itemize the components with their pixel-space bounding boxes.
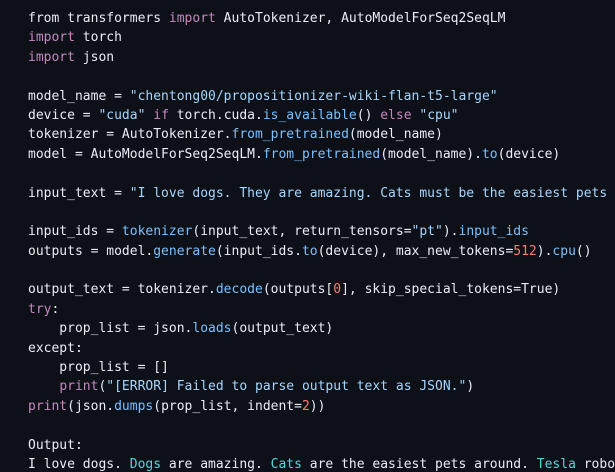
code-token: outputs = model. — [28, 243, 154, 259]
code-token: torch — [74, 30, 122, 46]
code-line: outputs = model.generate(input_ids.to(de… — [28, 242, 615, 261]
code-token: prop_list = json. — [28, 321, 193, 337]
code-token: json — [74, 49, 115, 65]
code-token: except — [28, 340, 75, 356]
code-token: () — [575, 243, 592, 259]
code-line: print(json.dumps(prop_list, indent=2)) — [28, 397, 615, 416]
code-line: I love dogs. Dogs are amazing. Cats are … — [28, 455, 615, 472]
code-token: to — [301, 243, 318, 259]
code-token: device = — [28, 107, 99, 123]
code-line: input_text = "I love dogs. They are amaz… — [28, 184, 615, 203]
code-token: from_pretrained — [231, 127, 349, 143]
code-line: print("[ERROR] Failed to parse output te… — [28, 377, 615, 396]
code-token: (device) — [497, 146, 561, 162]
code-token: print — [28, 398, 68, 414]
code-line: from transformers import AutoTokenizer, … — [28, 9, 615, 28]
code-token: if — [153, 107, 169, 123]
code-block[interactable]: from transformers import AutoTokenizer, … — [28, 9, 615, 472]
code-token: ], skip_special_tokens=True) — [341, 282, 561, 298]
code-line: import torch — [28, 28, 615, 47]
code-token: I love dogs. — [28, 456, 130, 472]
code-token: is_available — [262, 107, 357, 123]
code-token: from_pretrained — [262, 146, 381, 162]
code-token: "chentong00/propositionizer-wiki-flan-t5… — [129, 88, 498, 104]
code-token: )) — [309, 398, 326, 414]
code-token: : — [74, 340, 83, 356]
code-line: except: — [28, 339, 615, 358]
code-line: input_ids = tokenizer(input_text, return… — [28, 222, 615, 241]
code-token: input_text = — [28, 185, 130, 201]
code-line: model_name = "chentong00/propositionizer… — [28, 87, 615, 106]
code-token: ). — [442, 224, 459, 240]
code-token: "cuda" — [98, 107, 146, 123]
code-token: (prop_list, indent= — [153, 398, 302, 414]
code-token: Dogs — [129, 456, 162, 472]
code-token: "pt" — [411, 224, 443, 240]
code-token: else — [380, 107, 412, 123]
code-line: import json — [28, 48, 615, 67]
code-token: (input_text, return_tensors= — [192, 224, 412, 240]
code-token: ). — [536, 243, 553, 259]
code-token: input_ids — [458, 224, 529, 240]
code-token: tokenizer = AutoTokenizer. — [28, 127, 232, 143]
code-line: output_text = tokenizer.decode(outputs[0… — [28, 280, 615, 299]
code-token: 0 — [333, 282, 342, 298]
code-line: device = "cuda" if torch.cuda.is_availab… — [28, 106, 615, 125]
code-token: "[ERROR] Failed to parse output text as … — [106, 379, 467, 395]
code-token: tokenizer — [121, 224, 193, 240]
code-token: generate — [153, 243, 216, 259]
code-token: try — [28, 301, 52, 317]
code-token: output_text = tokenizer. — [28, 282, 216, 298]
code-token: to — [481, 146, 498, 162]
code-line: tokenizer = AutoTokenizer.from_pretraine… — [28, 125, 615, 144]
code-token: robots are advanced now with AI. — [583, 456, 615, 472]
code-token: : — [51, 301, 60, 317]
code-line: try: — [28, 300, 615, 319]
code-line: Output: — [28, 436, 615, 455]
code-token: Tesla — [536, 456, 576, 472]
code-line: model = AutoModelForSeq2SeqLM.from_pretr… — [28, 145, 615, 164]
code-token: (json. — [67, 398, 115, 414]
code-token: decode — [215, 282, 263, 298]
code-token: are amazing. — [161, 456, 271, 472]
code-token: (model_name) — [348, 127, 443, 143]
code-token: () — [356, 107, 381, 123]
code-token: dumps — [114, 398, 154, 414]
code-token: from transformers — [28, 11, 169, 26]
code-token: "I love dogs. They are amazing. Cats mus… — [129, 185, 608, 201]
code-token: (input_ids. — [215, 243, 302, 259]
code-token: model = AutoModelForSeq2SeqLM. — [28, 146, 263, 162]
code-token: AutoTokenizer, AutoModelForSeq2SeqLM — [215, 11, 506, 26]
code-token: 512 — [513, 243, 537, 259]
code-editor[interactable]: from transformers import AutoTokenizer, … — [0, 0, 615, 472]
code-line: prop_list = [] — [28, 358, 615, 377]
code-token: (output_text) — [231, 321, 334, 337]
code-token: "cpu" — [419, 107, 459, 123]
code-token: torch.cuda. — [168, 107, 263, 123]
code-token: (device), max_new_tokens= — [317, 243, 514, 259]
code-token: model_name = — [28, 88, 130, 104]
code-token: prop_list = [] — [28, 360, 169, 376]
code-token: are the easiest pets around. — [301, 456, 537, 472]
code-token: print — [59, 379, 99, 395]
code-token: import — [28, 49, 75, 65]
code-token: import — [168, 11, 216, 26]
code-token: loads — [192, 321, 232, 337]
code-token: 2 — [301, 398, 310, 414]
code-token: cpu — [552, 243, 576, 259]
code-token: Output: — [28, 437, 83, 453]
code-line: prop_list = json.loads(output_text) — [28, 319, 615, 338]
code-token: (outputs[ — [262, 282, 334, 298]
code-token: (model_name). — [380, 146, 482, 162]
code-token: Cats — [270, 456, 302, 472]
code-token: ) — [466, 379, 475, 395]
code-token: input_ids = — [28, 224, 122, 240]
code-token: import — [28, 30, 75, 46]
